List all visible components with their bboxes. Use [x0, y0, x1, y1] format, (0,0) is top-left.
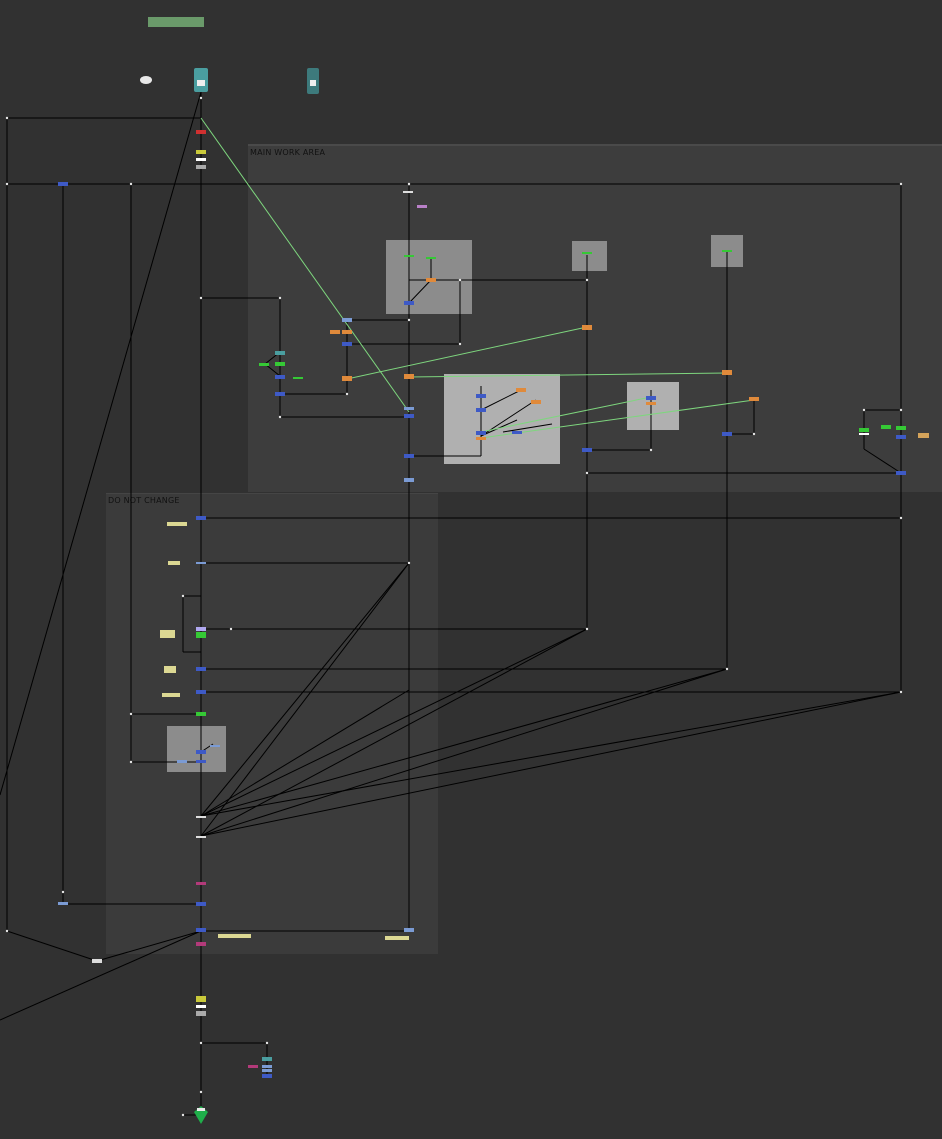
grade-node — [918, 433, 929, 438]
sticky-note — [162, 693, 180, 697]
grade-node — [516, 388, 526, 392]
merge-node — [58, 182, 68, 186]
color-correct-node — [293, 377, 303, 379]
sticky-note — [160, 630, 175, 638]
dot-node — [140, 76, 152, 84]
grade-node — [722, 370, 732, 375]
merge-node — [512, 431, 522, 434]
roto-node — [196, 942, 206, 946]
group-box — [572, 241, 607, 271]
node-graph-canvas[interactable]: { "canvas": { "background": "#313131" },… — [0, 0, 942, 1139]
sticky-note — [164, 666, 176, 673]
merge-node — [476, 431, 486, 435]
dot-node — [859, 433, 869, 435]
color-correct-node — [859, 428, 869, 432]
merge-node — [196, 516, 206, 520]
merge-node — [196, 996, 206, 1002]
color-correct-node — [196, 632, 206, 638]
merge-node — [196, 902, 206, 906]
write-node-label — [197, 1108, 205, 1111]
read-node-label — [197, 80, 205, 86]
merge-node — [404, 414, 414, 418]
sticky-note — [168, 561, 180, 565]
merge-node — [275, 375, 285, 379]
merge-node — [196, 667, 206, 671]
color-correct-node — [426, 257, 436, 259]
node — [196, 1011, 206, 1016]
color-correct-node — [582, 252, 592, 254]
merge-node — [896, 471, 906, 475]
group-box — [627, 382, 679, 430]
color-correct-node — [404, 255, 414, 257]
read-node — [275, 351, 285, 355]
transform-node — [196, 627, 206, 631]
color-correct-node — [275, 362, 285, 366]
roto-node — [196, 130, 206, 134]
merge-node — [404, 301, 414, 305]
roto-node — [196, 882, 206, 885]
grade-node — [342, 376, 352, 381]
merge-node — [582, 448, 592, 452]
read-node-label — [310, 80, 316, 86]
merge-node — [476, 408, 486, 412]
grade-node — [749, 397, 759, 401]
title-bar — [148, 17, 204, 27]
grade-node — [404, 374, 414, 379]
grade-node — [531, 400, 541, 404]
node — [196, 158, 206, 161]
transform-node — [404, 407, 414, 410]
grade-node — [476, 437, 486, 440]
grade-node — [646, 402, 656, 405]
transform-node — [342, 318, 352, 322]
merge-node — [196, 750, 206, 754]
sticky-note — [167, 522, 187, 526]
merge-node — [262, 1074, 272, 1078]
transform-node — [58, 902, 68, 905]
merge-node — [196, 690, 206, 694]
roto-node — [248, 1065, 258, 1068]
node-graph[interactable] — [0, 0, 942, 1139]
group-box — [386, 240, 472, 314]
sticky-note — [385, 936, 409, 940]
dot-node — [403, 191, 413, 193]
merge-node — [342, 342, 352, 346]
transform-node — [196, 562, 206, 564]
grade-node — [582, 325, 592, 330]
merge-node — [196, 928, 206, 932]
nodes[interactable] — [58, 17, 929, 1124]
transform-node — [177, 760, 187, 763]
grade-node — [342, 330, 352, 334]
transform-node — [262, 1069, 272, 1072]
transform-node — [404, 478, 414, 482]
color-correct-node — [259, 363, 269, 366]
node — [196, 1005, 206, 1008]
merge-node — [275, 392, 285, 396]
color-correct-node — [196, 712, 206, 716]
transform-node — [404, 928, 414, 932]
transform-node — [262, 1065, 272, 1068]
merge-node — [646, 396, 656, 400]
dot-node — [92, 959, 102, 963]
color-correct-node — [722, 250, 732, 252]
read-node — [262, 1057, 272, 1061]
grade-node — [330, 330, 340, 334]
roto-node — [417, 205, 427, 208]
merge-node — [896, 435, 906, 439]
merge-node — [404, 454, 414, 458]
color-correct-node — [881, 425, 891, 429]
node — [196, 165, 206, 169]
dot-node — [196, 816, 206, 818]
merge-node — [196, 150, 206, 154]
sticky-note — [218, 934, 251, 938]
merge-node — [476, 394, 486, 398]
dot-node — [196, 836, 206, 838]
grade-node — [426, 278, 436, 282]
merge-node — [722, 432, 732, 436]
merge-node — [196, 760, 206, 763]
group-box — [167, 726, 226, 772]
transform-node — [210, 745, 220, 747]
color-correct-node — [896, 426, 906, 430]
